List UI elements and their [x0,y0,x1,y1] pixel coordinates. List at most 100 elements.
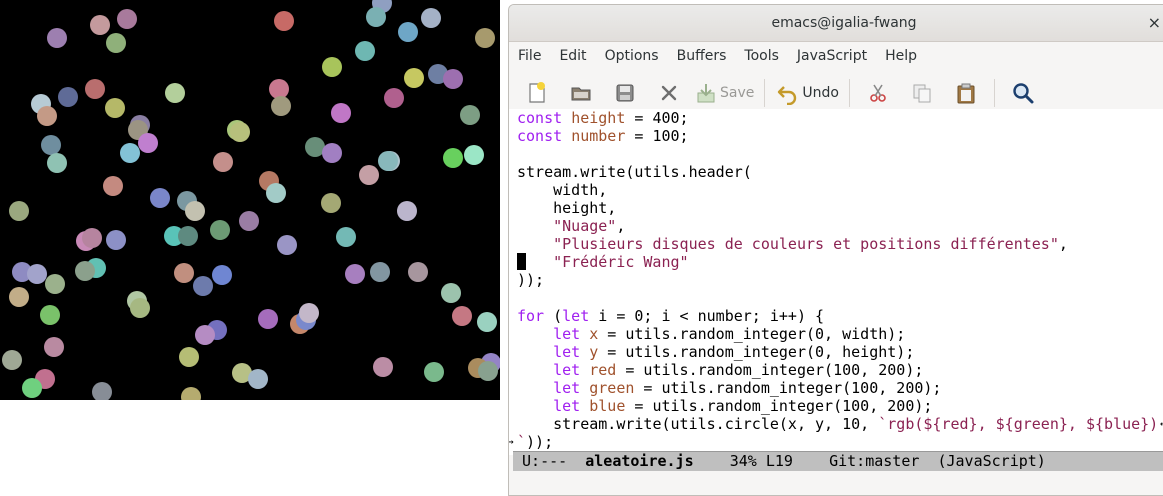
undo-arrow-icon [778,86,797,105]
undo-button[interactable]: Undo [775,75,839,111]
circle-disk [41,135,61,155]
circle-disk [165,83,185,103]
search-icon [1013,83,1034,104]
window-title: emacs@igalia-fwang [771,15,917,31]
copy-button[interactable] [904,75,940,111]
menu-tools[interactable]: Tools [735,42,788,71]
circle-disk [305,137,325,157]
circle-disk [424,362,444,382]
circle-disk [248,369,268,389]
undo-label: Undo [802,85,839,101]
code-line: stream.write(utils.circle(x, y, 10, `rgb… [509,415,1163,433]
emacs-window: emacs@igalia-fwang × File Edit Options B… [508,4,1163,496]
menu-buffers[interactable]: Buffers [668,42,736,71]
toolbar-separator [764,79,766,107]
wrap-arrow-icon: ↪ [509,433,514,451]
circle-disk [258,309,278,329]
new-file-button[interactable] [519,75,555,111]
circle-disk [120,143,140,163]
code-line: let blue = utils.random_integer(100, 200… [553,397,933,415]
code-line: "Nuage", [553,217,626,235]
circle-disk [443,69,463,89]
circle-disk [45,274,65,294]
close-icon[interactable]: × [1148,13,1161,32]
text-cursor [517,253,526,270]
menu-help[interactable]: Help [876,42,926,71]
circle-disk [336,227,356,247]
circle-disk [452,306,472,326]
menu-edit[interactable]: Edit [550,42,595,71]
circle-disk [130,298,150,318]
paste-button[interactable] [948,75,984,111]
circle-disk [322,143,342,163]
circle-disk [22,378,42,398]
circle-disk [384,88,404,108]
circles-drawing [2,0,500,400]
code-line: let x = utils.random_integer(0, width); [553,325,906,343]
circle-disk [370,262,390,282]
empty-area [0,400,500,481]
circle-disk [441,283,461,303]
circle-disk [478,361,498,381]
modeline-buffer-name: aleatoire.js [585,452,694,470]
code-line: height, [517,199,617,217]
close-buffer-button[interactable] [651,75,687,111]
circle-disk [9,287,29,307]
code-line: const number = 100; [517,127,689,145]
circle-disk [477,312,497,332]
save-label: Save [720,85,755,101]
cut-button[interactable] [860,75,896,111]
circle-disk [37,106,57,126]
code-line: stream.write(utils.header( [517,163,752,181]
circle-disk [47,153,67,173]
circle-disk [9,201,29,221]
menu-javascript[interactable]: JavaScript [788,42,876,71]
circle-disk [106,33,126,53]
circle-disk [75,261,95,281]
circle-disk [106,230,126,250]
circle-disk [322,57,342,77]
circle-disk [421,8,441,28]
circle-disk [331,103,351,123]
circle-disk [138,133,158,153]
circle-disk [82,228,102,248]
circle-disk [269,79,289,99]
save-disk-button[interactable] [607,75,643,111]
circle-disk [443,148,463,168]
circle-disk [366,7,386,27]
search-button[interactable] [1005,75,1041,111]
menu-file[interactable]: File [509,42,550,71]
circle-disk [2,350,22,370]
code-line: const height = 400; [517,109,689,127]
circle-disk [92,382,112,400]
circle-disk [47,28,67,48]
circle-disk [355,41,375,61]
circle-disk [321,193,341,213]
circle-disk [174,263,194,283]
code-line: let green = utils.random_integer(100, 20… [553,379,942,397]
code-line: ↪`)); [509,433,1163,451]
circle-disk [378,151,398,171]
canvas-output [0,0,500,400]
mode-line: U:--- aleatoire.js 34% L19 Git:master (J… [513,451,1163,471]
modeline-mode: (JavaScript) [919,452,1046,470]
circle-disk [117,9,137,29]
save-download-icon [697,84,715,103]
circle-disk [210,220,230,240]
code-line: let y = utils.random_integer(0, height); [553,343,915,361]
circle-disk [408,262,428,282]
open-file-button[interactable] [563,75,599,111]
circle-disk [230,122,250,142]
save-button[interactable]: Save [695,75,754,111]
menu-options[interactable]: Options [596,42,668,71]
code-editor[interactable]: const height = 400; const number = 100; … [509,109,1163,455]
modeline-vc: Git:master [829,452,920,470]
title-bar[interactable]: emacs@igalia-fwang × [509,5,1163,42]
circle-disk [271,96,291,116]
circle-disk [359,165,379,185]
circle-disk [44,337,64,357]
circle-disk [181,387,201,400]
code-line: "Frédéric Wang" [509,253,1163,271]
